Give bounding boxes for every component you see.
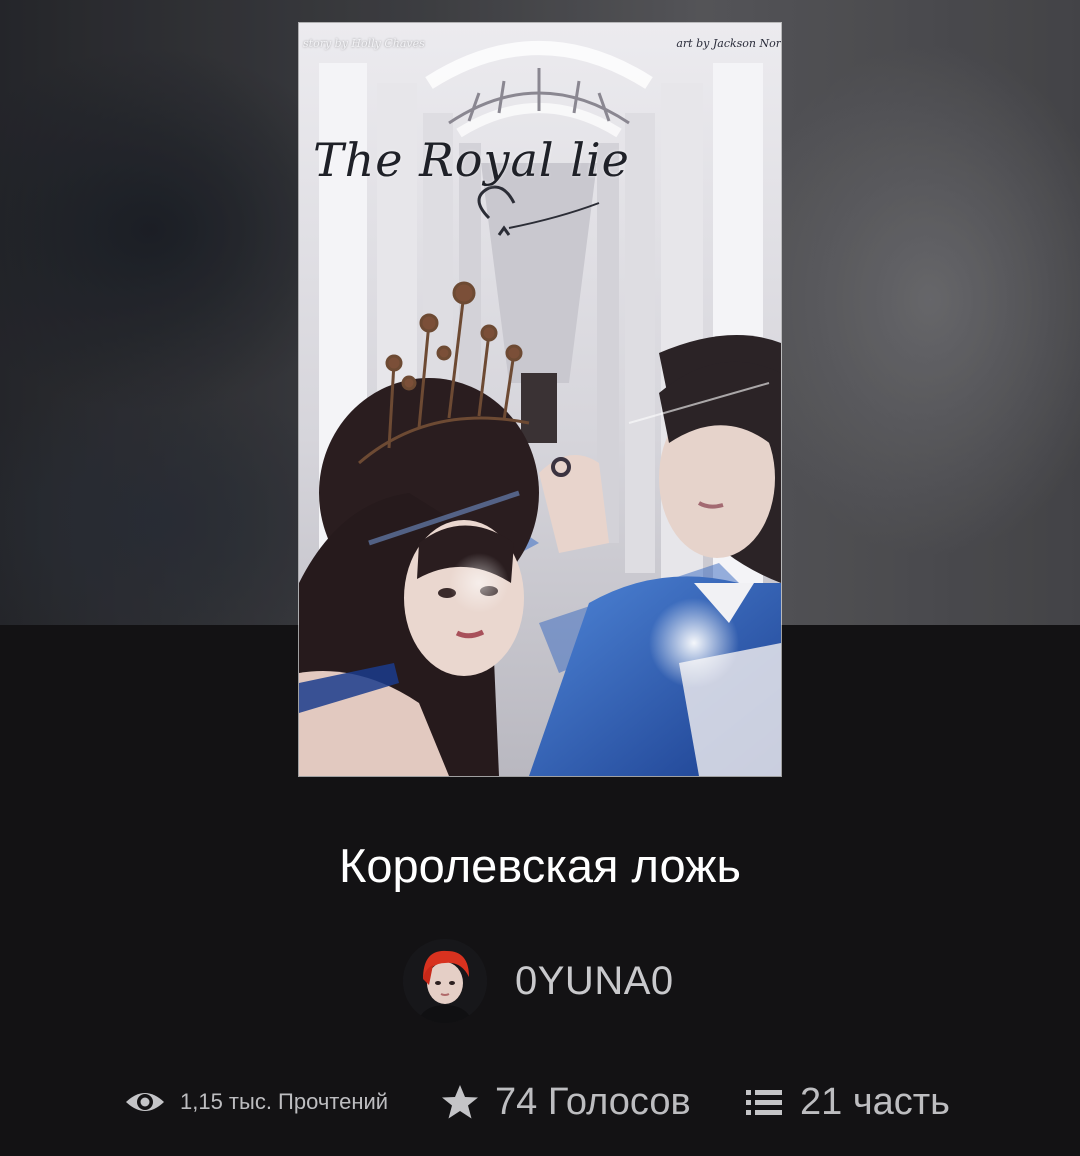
star-icon xyxy=(442,1085,478,1119)
story-title: Королевская ложь xyxy=(338,839,741,892)
story-stats: 1,15 тыс. Прочтений 74 Голосов 21 часть xyxy=(0,1070,1080,1134)
cover-art-credit: art by Jackson Nor xyxy=(676,37,781,50)
parts-stat[interactable]: 21 часть xyxy=(746,1070,950,1134)
avatar-image xyxy=(403,939,487,1023)
author-avatar[interactable] xyxy=(403,939,487,1023)
votes-stat: 74 Голосов xyxy=(441,1070,691,1134)
book-cover[interactable]: story by Holly Chaves art by Jackson Nor… xyxy=(299,23,781,776)
reads-count: 1,15 тыс. Прочтений xyxy=(180,1089,389,1114)
author-profile[interactable]: 0YUNA0 xyxy=(403,938,674,1024)
parts-count[interactable]: 21 часть xyxy=(800,1081,950,1124)
author-name[interactable]: 0YUNA0 xyxy=(515,959,674,1004)
reads-stat: 1,15 тыс. Прочтений xyxy=(124,1070,388,1134)
story-details-screen: story by Holly Chaves art by Jackson Nor… xyxy=(0,0,1080,1156)
votes-count: 74 Голосов xyxy=(495,1080,691,1123)
eye-icon xyxy=(126,1093,164,1111)
list-icon xyxy=(746,1090,782,1115)
cover-title-art: The Royal lie xyxy=(313,133,630,187)
cover-story-credit: story by Holly Chaves xyxy=(303,37,425,50)
